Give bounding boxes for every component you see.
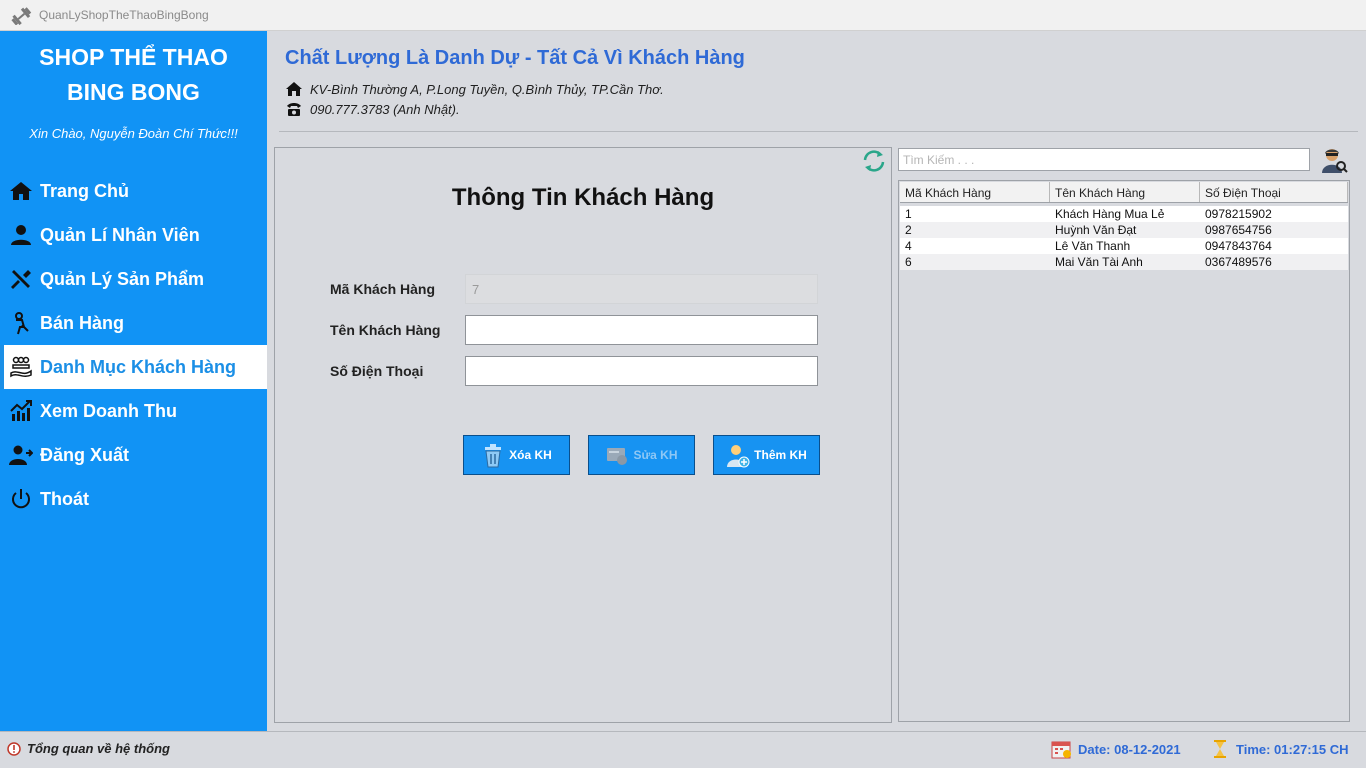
slogan: Chất Lượng Là Danh Dự - Tất Cả Vì Khách … (285, 47, 745, 69)
cell-name: Mai Văn Tài Anh (1055, 255, 1143, 269)
customer-form-panel: Thông Tin Khách Hàng Mã Khách Hàng Tên K… (274, 147, 892, 723)
cell-phone: 0978215902 (1205, 207, 1272, 221)
search-user-icon[interactable] (1320, 146, 1348, 174)
customer-phone-label: Số Điện Thoại (330, 363, 424, 379)
cell-id: 1 (905, 207, 912, 221)
add-customer-button[interactable]: Thêm KH (713, 435, 820, 475)
cell-name: Lê Văn Thanh (1055, 239, 1131, 253)
form-title: Thông Tin Khách Hàng (451, 184, 715, 211)
customer-id-label: Mã Khách Hàng (330, 281, 436, 297)
table-row[interactable]: 6 Mai Văn Tài Anh 0367489576 (900, 254, 1348, 270)
sidebar-item-label: Danh Mục Khách Hàng (40, 356, 237, 377)
greeting-text: Xin Chào, Nguyễn Đoàn Chí Thức!!! (29, 126, 238, 141)
sidebar-item-label: Quản Lí Nhân Viên (40, 224, 200, 245)
status-overview-text: Tổng quan về hệ thống (27, 741, 170, 756)
sidebar-item-home[interactable]: Trang Chủ (0, 169, 267, 213)
header-divider (279, 131, 1358, 132)
cell-phone: 0367489576 (1205, 255, 1272, 269)
logout-icon (8, 442, 34, 468)
customer-name-field[interactable] (465, 315, 818, 345)
title-bar: QuanLyShopTheThaoBingBong (0, 0, 1366, 31)
power-icon (8, 486, 34, 512)
cell-name: Huỳnh Văn Đạt (1055, 223, 1137, 237)
table-row[interactable]: 4 Lê Văn Thanh 0947843764 (900, 238, 1348, 254)
sidebar-item-logout[interactable]: Đăng Xuất (0, 433, 267, 477)
sidebar-item-label: Đăng Xuất (40, 444, 130, 465)
status-time: Time: 01:27:15 CH (1209, 739, 1348, 759)
refresh-icon[interactable] (861, 149, 887, 173)
sidebar-item-label: Thoát (40, 488, 89, 509)
hourglass-icon (1214, 740, 1226, 758)
cell-id: 4 (905, 239, 912, 253)
edit-customer-button[interactable]: Sửa KH (588, 435, 695, 475)
telephone-icon (287, 103, 301, 116)
table-body: 1 Khách Hàng Mua Lẻ 0978215902 2 Huỳnh V… (900, 206, 1348, 270)
sidebar-item-products[interactable]: Quản Lý Sản Phẩm (0, 257, 267, 301)
search-input[interactable] (898, 148, 1310, 171)
cell-name: Khách Hàng Mua Lẻ (1055, 207, 1165, 221)
phone-text: 090.777.3783 (Anh Nhật). (310, 101, 460, 117)
sidebar-item-label: Trang Chủ (40, 180, 129, 201)
sidebar: SHOP THỂ THAO BING BONG Xin Chào, Nguyễn… (0, 31, 267, 731)
edit-card-icon (607, 448, 628, 465)
customer-id-field (465, 274, 818, 304)
sidebar-item-revenue[interactable]: Xem Doanh Thu (0, 389, 267, 433)
sidebar-item-exit[interactable]: Thoát (0, 477, 267, 521)
cell-id: 6 (905, 255, 912, 269)
calendar-icon (1051, 741, 1071, 759)
sidebar-item-customers[interactable]: Danh Mục Khách Hàng (0, 345, 267, 389)
status-time-text: Time: 01:27:15 CH (1236, 741, 1349, 757)
customer-name-label: Tên Khách Hàng (330, 322, 441, 338)
home-icon (286, 82, 302, 96)
cell-id: 2 (905, 223, 912, 237)
user-icon (8, 222, 34, 248)
delete-customer-label: Xóa KH (509, 448, 552, 462)
edit-customer-label: Sửa KH (633, 448, 678, 462)
cell-phone: 0987654756 (1205, 223, 1272, 237)
cell-phone: 0947843764 (1205, 239, 1272, 253)
sell-icon (8, 310, 34, 336)
table-row[interactable]: 2 Huỳnh Văn Đạt 0987654756 (900, 222, 1348, 238)
status-date-text: Date: 08-12-2021 (1078, 741, 1181, 757)
customer-table: Mã Khách Hàng Tên Khách Hàng Số Điện Tho… (898, 180, 1350, 722)
add-user-icon (727, 445, 750, 468)
customers-icon (8, 354, 34, 380)
sidebar-item-label: Quản Lý Sản Phẩm (40, 268, 205, 289)
table-row[interactable]: 1 Khách Hàng Mua Lẻ 0978215902 (900, 206, 1348, 222)
add-customer-label: Thêm KH (754, 448, 807, 462)
status-date: Date: 08-12-2021 (1051, 739, 1181, 759)
table-header: Mã Khách Hàng Tên Khách Hàng Số Điện Tho… (900, 182, 1348, 203)
address-text: KV-Bình Thường A, P.Long Tuyền, Q.Bình T… (310, 81, 664, 97)
column-header-id[interactable]: Mã Khách Hàng (900, 182, 1050, 202)
dumbbell-icon (11, 7, 32, 25)
phone-row: 090.777.3783 (Anh Nhật). (285, 101, 460, 117)
column-header-phone[interactable]: Số Điện Thoại (1200, 182, 1348, 202)
revenue-chart-icon (8, 398, 34, 424)
sidebar-item-label: Xem Doanh Thu (40, 400, 178, 421)
window-title: QuanLyShopTheThaoBingBong (39, 8, 209, 22)
sidebar-nav: Trang Chủ Quản Lí Nhân Viên Quản Lý Sản … (0, 169, 267, 521)
brand-name: SHOP THỂ THAO BING BONG (0, 40, 267, 110)
delete-customer-button[interactable]: Xóa KH (463, 435, 570, 475)
brand-line-1: SHOP THỂ THAO (39, 44, 228, 70)
sidebar-item-staff[interactable]: Quản Lí Nhân Viên (0, 213, 267, 257)
brand-line-2: BING BONG (67, 79, 200, 105)
customer-phone-field[interactable] (465, 356, 818, 386)
sidebar-item-sales[interactable]: Bán Hàng (0, 301, 267, 345)
trash-icon (485, 444, 502, 468)
status-overview: Tổng quan về hệ thống (7, 741, 170, 756)
info-icon (7, 741, 21, 756)
home-icon (8, 178, 34, 204)
column-header-name[interactable]: Tên Khách Hàng (1050, 182, 1200, 202)
sidebar-item-label: Bán Hàng (40, 312, 125, 333)
tools-icon (8, 266, 34, 292)
status-bar: Tổng quan về hệ thống Date: 08-12-2021 T… (0, 731, 1366, 768)
address-row: KV-Bình Thường A, P.Long Tuyền, Q.Bình T… (285, 81, 664, 97)
